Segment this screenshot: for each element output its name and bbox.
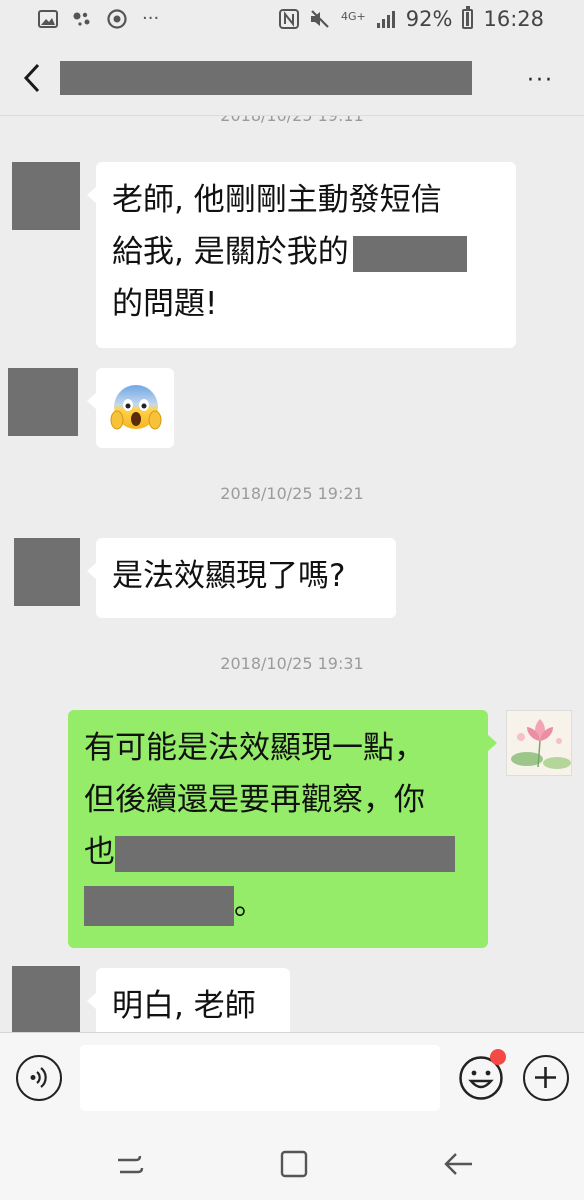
notification-dot xyxy=(490,1049,506,1065)
timestamp: 2018/10/25 19:31 xyxy=(220,654,364,673)
redacted-text xyxy=(352,235,467,272)
timestamp: 2018/10/25 19:21 xyxy=(220,484,364,503)
signal-icon xyxy=(376,11,395,28)
network-type: 4G+ xyxy=(341,9,366,23)
more-options-icon[interactable]: ··· xyxy=(527,68,554,93)
system-navigation-bar xyxy=(0,1128,584,1200)
my-avatar[interactable] xyxy=(506,710,572,776)
message-line: 有可能是法效顯現一點， xyxy=(84,730,425,766)
sync-icon xyxy=(107,9,127,29)
outgoing-message-bubble[interactable]: 有可能是法效顯現一點， 但後續還是要再觀察，你 也 。 xyxy=(68,710,497,948)
message-line: 的問題! xyxy=(112,286,218,322)
message-text: 明白, 老師 xyxy=(112,988,256,1024)
message-text: 也 xyxy=(84,834,115,870)
contact-avatar[interactable] xyxy=(14,538,80,606)
message-text: 給我, 是關於我的 xyxy=(112,234,349,270)
gallery-icon xyxy=(38,10,58,28)
assistant-icon xyxy=(73,12,90,26)
message-line: 給我, 是關於我的 xyxy=(112,226,500,278)
title-bar: ··· xyxy=(0,40,584,116)
voice-icon xyxy=(30,1067,47,1088)
contact-avatar[interactable] xyxy=(12,162,80,230)
incoming-emoji-bubble[interactable] xyxy=(87,368,174,448)
incoming-message-bubble[interactable]: 是法效顯現了嗎? xyxy=(87,538,396,618)
more-functions-button[interactable] xyxy=(523,1055,569,1101)
message-line: 但後續還是要再觀察，你 xyxy=(84,782,425,818)
voice-input-button[interactable] xyxy=(16,1055,62,1101)
message-line: 也 xyxy=(84,826,472,878)
overflow-dots-icon: ··· xyxy=(142,8,160,29)
back-icon[interactable] xyxy=(440,1146,476,1182)
incoming-message-bubble[interactable]: 老師, 他剛剛主動發短信 給我, 是關於我的 的問題! xyxy=(87,162,516,348)
message-text: 。 xyxy=(234,886,265,922)
incoming-message-bubble[interactable]: 明白, 老師 xyxy=(87,968,290,1032)
input-bar xyxy=(0,1032,584,1128)
recent-apps-icon[interactable] xyxy=(112,1146,148,1182)
chat-screen: ··· 4G+ 92% 16:28 ··· 老師, 他剛剛主動發短信 給我, 是… xyxy=(0,0,584,1200)
redacted-text xyxy=(84,885,234,926)
clock: 16:28 xyxy=(483,7,544,31)
contact-avatar[interactable] xyxy=(8,368,78,436)
message-line: 老師, 他剛剛主動發短信 xyxy=(112,182,442,218)
battery-icon xyxy=(462,6,474,29)
timestamp: 2018/10/25 19:11 xyxy=(0,116,584,125)
contact-avatar[interactable] xyxy=(12,966,80,1032)
mute-icon xyxy=(311,10,329,28)
face-screaming-in-fear-icon xyxy=(110,385,162,430)
redacted-text xyxy=(115,835,455,872)
plus-icon xyxy=(535,1067,556,1088)
message-text: 是法效顯現了嗎? xyxy=(112,558,346,594)
chat-title-redacted xyxy=(60,61,472,95)
nfc-icon xyxy=(279,9,300,29)
message-list[interactable]: 2018/10/25 19:11 老師, 他剛剛主動發短信 給我, 是關於我的 … xyxy=(0,116,584,1032)
lotus-image xyxy=(507,711,571,775)
message-line: 。 xyxy=(84,878,472,930)
home-icon[interactable] xyxy=(276,1146,312,1182)
battery-percentage: 92% xyxy=(405,7,453,31)
back-arrow-icon[interactable] xyxy=(20,62,48,94)
status-bar: ··· 4G+ 92% 16:28 xyxy=(0,0,584,40)
message-input[interactable] xyxy=(80,1045,440,1111)
